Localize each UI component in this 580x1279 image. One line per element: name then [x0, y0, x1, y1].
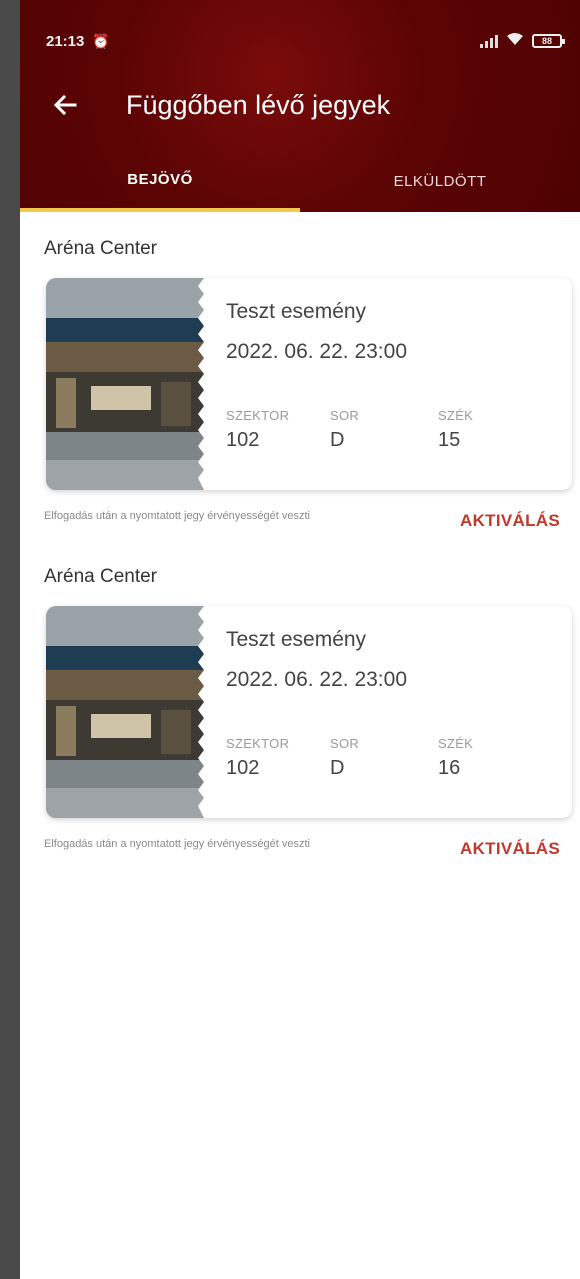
event-date: 2022. 06. 22. 23:00 — [226, 340, 407, 363]
tab-bar: BEJÖVŐ ELKÜLDÖTT — [20, 150, 580, 212]
seat-label: SZÉK — [438, 736, 474, 751]
row-label: SOR — [330, 408, 360, 423]
ticket-note: Elfogadás után a nyomtatott jegy érvénye… — [44, 510, 310, 522]
sector-value: 102 — [226, 429, 260, 451]
seat-label: SZÉK — [438, 408, 474, 423]
seat-info: SZEKTOR 102 SOR D SZÉK 15 — [226, 408, 562, 452]
ticket-note: Elfogadás után a nyomtatott jegy érvénye… — [44, 838, 310, 850]
ticket-group: Aréna Center Teszt esemény 2022. 06. 22.… — [20, 238, 580, 564]
ticket-perforation — [198, 606, 216, 818]
seat-info: SZEKTOR 102 SOR D SZÉK 16 — [226, 736, 562, 780]
seat-value: 15 — [438, 429, 461, 451]
arrow-left-icon — [53, 94, 77, 116]
wifi-icon — [506, 32, 524, 50]
tab-sent[interactable]: ELKÜLDÖTT — [300, 150, 580, 212]
tab-incoming[interactable]: BEJÖVŐ — [20, 150, 300, 212]
event-image — [46, 278, 204, 490]
event-image — [46, 606, 204, 818]
ticket-perforation — [198, 278, 216, 490]
row-value: D — [330, 757, 345, 779]
row-value: D — [330, 429, 345, 451]
activate-button[interactable]: AKTIVÁLÁS — [460, 839, 560, 859]
event-name: Teszt esemény — [226, 300, 367, 323]
back-button[interactable] — [42, 82, 88, 128]
status-time: 21:13 — [46, 32, 85, 50]
page-title: Függőben lévő jegyek — [126, 89, 391, 120]
row-label: SOR — [330, 736, 360, 751]
ticket-list: Aréna Center Teszt esemény 2022. 06. 22.… — [20, 238, 580, 892]
event-name: Teszt esemény — [226, 628, 367, 651]
sector-value: 102 — [226, 757, 260, 779]
app-header: 21:13 ⏰ 88 Függőben lévő jegyek BEJÖVŐ E… — [20, 0, 580, 212]
alarm-icon: ⏰ — [92, 32, 110, 49]
sector-label: SZEKTOR — [226, 408, 290, 423]
venue-name: Aréna Center — [44, 566, 158, 587]
ticket-card[interactable]: Teszt esemény 2022. 06. 22. 23:00 SZEKTO… — [46, 606, 572, 818]
toolbar: Függőben lévő jegyek — [20, 80, 580, 130]
sector-label: SZEKTOR — [226, 736, 290, 751]
activate-button[interactable]: AKTIVÁLÁS — [460, 511, 560, 531]
ticket-card[interactable]: Teszt esemény 2022. 06. 22. 23:00 SZEKTO… — [46, 278, 572, 490]
app-screen: 21:13 ⏰ 88 Függőben lévő jegyek BEJÖVŐ E… — [20, 0, 580, 1279]
venue-name: Aréna Center — [44, 238, 158, 259]
battery-icon: 88 — [532, 34, 565, 48]
status-bar: 21:13 ⏰ 88 — [46, 26, 565, 56]
ticket-group: Aréna Center Teszt esemény 2022. 06. 22.… — [20, 566, 580, 892]
event-date: 2022. 06. 22. 23:00 — [226, 668, 407, 691]
signal-icon — [480, 34, 498, 48]
seat-value: 16 — [438, 757, 461, 779]
